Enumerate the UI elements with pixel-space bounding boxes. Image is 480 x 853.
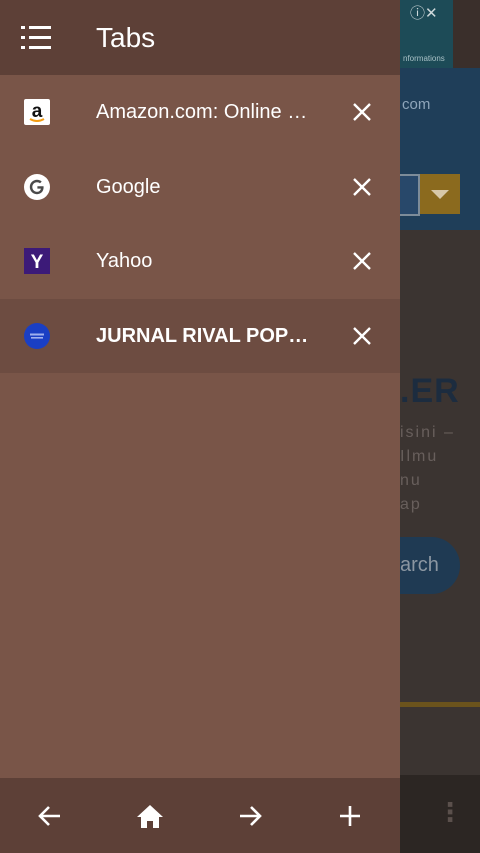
forward-arrow-icon[interactable] [235,802,265,830]
tab-title: Yahoo [96,250,153,272]
background-heading: .ER [400,372,460,410]
google-icon [24,173,50,200]
menu-line [21,26,51,29]
drawer-bottom-bar [0,778,400,853]
tab-title: JURNAL RIVAL POPULER [96,324,311,347]
background-search-label: arch [400,554,439,576]
drawer-header: Tabs [0,0,400,75]
close-tab-icon[interactable] [350,249,374,273]
background-text-line: Ilmu [400,448,439,465]
close-tab-icon[interactable] [350,100,374,124]
overflow-menu-icon: ⋮ [437,797,463,827]
add-tab-icon[interactable] [335,802,365,830]
jurnal-rival-icon [24,322,50,349]
ad-info-close-icon: ⓘ✕ [410,5,438,22]
tab-item-amazon[interactable]: a Amazon.com: Online Shopping for Electr… [0,75,400,150]
background-text-line: ap [400,496,422,513]
drawer-title: Tabs [96,22,156,53]
background-dropdown-icon [420,174,460,214]
svg-text:Y: Y [31,252,44,273]
background-header-text: com [402,96,431,113]
menu-line [21,36,51,39]
home-icon[interactable] [135,802,165,830]
background-ad-text: nformations [403,54,445,63]
tab-title: Google [96,175,161,198]
menu-line [21,46,51,49]
tabs-drawer: Tabs a Amazon.com: Online Shopping for E… [0,0,400,853]
background-text-line: isini – [400,424,455,441]
yahoo-icon: Y [24,248,50,274]
background-text-line: nu [400,472,422,489]
background-divider [400,702,480,707]
tab-item-jurnal-rival[interactable]: JURNAL RIVAL POPULER [0,298,400,373]
tab-title: Amazon.com: Online Shopping for Electron… [96,101,311,123]
close-tab-icon[interactable] [350,324,374,348]
tab-list: a Amazon.com: Online Shopping for Electr… [0,75,400,373]
amazon-icon: a [24,99,50,125]
svg-text:a: a [32,101,43,122]
tab-list-menu-icon[interactable] [21,26,51,50]
close-tab-icon[interactable] [350,175,374,199]
background-select [400,174,420,216]
background-top-strip [453,0,480,68]
tab-item-yahoo[interactable]: Y Yahoo [0,224,400,299]
back-arrow-icon[interactable] [35,802,65,830]
tab-item-google[interactable]: Google [0,150,400,225]
